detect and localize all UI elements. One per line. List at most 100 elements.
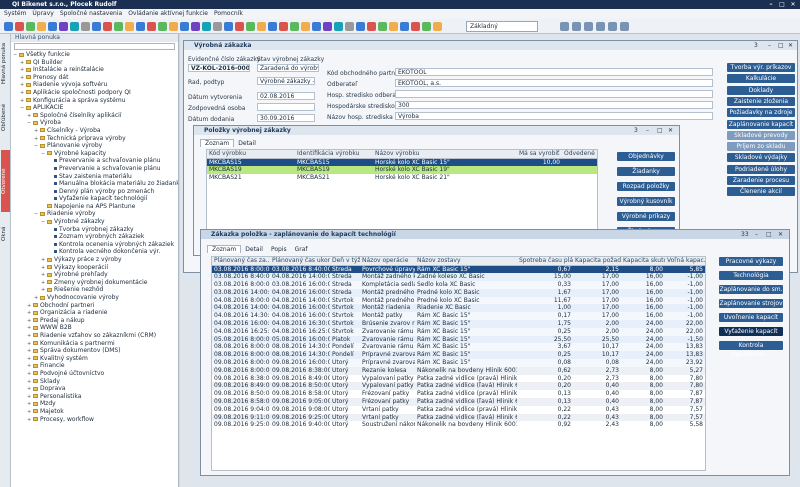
toolbar-icon[interactable] xyxy=(125,22,134,31)
nav-tree-item[interactable]: Prevervanie a schvaľovanie plánu xyxy=(11,157,178,165)
field-value[interactable]: 02.08.2016 xyxy=(257,92,315,100)
table-row[interactable]: 09.08.2016 8:00:00 09.08.2016 16:00:00 Uto… xyxy=(212,359,705,367)
nav-tree-item[interactable]: Denný plán výroby po zmenách xyxy=(11,188,178,196)
tab[interactable]: Detail xyxy=(241,246,267,254)
toolbar-icon[interactable] xyxy=(367,22,376,31)
column-header[interactable]: Názov operácie xyxy=(360,257,415,266)
toolbar-icon[interactable] xyxy=(301,22,310,31)
table-row[interactable]: 08.08.2016 8:00:00 08.08.2016 14:30:00 Pon… xyxy=(212,343,705,352)
toolbar-icon[interactable] xyxy=(114,22,123,31)
table-row[interactable]: 03.08.2016 8:40:00 04.08.2016 14:00:00 Str… xyxy=(212,273,705,282)
toolbar-icon[interactable] xyxy=(400,22,409,31)
toolbar-icon[interactable] xyxy=(378,22,387,31)
side-button[interactable]: Zaistenie zloženia xyxy=(727,96,795,106)
nav-tree-item[interactable]: Tvorba výrobnej zákazky xyxy=(11,226,178,234)
side-button[interactable]: Tvorba výr. príkazov xyxy=(727,63,795,72)
table-row[interactable]: 04.08.2016 14:00:0004.08.2016 16:00:00Št… xyxy=(212,304,705,313)
nav-tree-item[interactable]: + QI Builder xyxy=(11,59,178,67)
toolbar-icon[interactable] xyxy=(620,22,629,31)
nav-tree-item[interactable]: + Výrobné prehľady xyxy=(11,271,178,279)
capacity-action-button[interactable]: Pracovné výkazy xyxy=(719,257,783,266)
table-row[interactable]: 04.08.2016 16:00:0004.08.2016 16:30:00Št… xyxy=(212,320,705,328)
nav-tree-item[interactable]: + Číselníky - Výroba xyxy=(11,127,178,135)
nav-tree-item[interactable]: − APLIKÁCIE xyxy=(11,104,178,112)
left-tab-0[interactable]: Hlavná ponuka xyxy=(1,38,10,88)
table-row[interactable]: 04.08.2016 14:30:0004.08.2016 16:00:00Št… xyxy=(212,312,705,321)
column-header[interactable]: Deň v týždni xyxy=(330,257,360,266)
order-number-field[interactable]: VZ-KOL-2016-000004 xyxy=(188,64,250,72)
items-action-button[interactable]: Objednávky xyxy=(617,152,675,161)
column-header[interactable]: Kapacita skutočná xyxy=(621,257,665,266)
table-row[interactable]: 09.08.2016 9:11:00 09.08.2016 9:25:00 Utor… xyxy=(212,413,705,422)
table-row[interactable]: 05.08.2016 8:00:00 05.08.2016 16:00:00 Pia… xyxy=(212,335,705,344)
nav-tree-item[interactable]: Kontrola vecného dokončenia výr. xyxy=(11,248,178,256)
nav-tree-item[interactable]: Stav zaistenia materiálu xyxy=(11,173,178,181)
menu-item[interactable]: Pomocník xyxy=(214,10,243,17)
left-tab-3[interactable]: Okná xyxy=(1,214,10,254)
capacity-action-button[interactable]: Vyťaženie kapacít xyxy=(719,327,783,336)
nav-tree-item[interactable]: + Majetok xyxy=(11,408,178,416)
toolbar-icon[interactable] xyxy=(389,22,398,31)
minimize-icon[interactable]: – xyxy=(755,230,758,239)
close-icon[interactable]: ✕ xyxy=(788,0,798,9)
table-row[interactable]: MKCBAS19 MKCBAS19 Horské kolo XC Basic 19" xyxy=(207,166,597,175)
maximize-icon[interactable]: □ xyxy=(777,0,787,9)
nav-tree-item[interactable]: − Výroba xyxy=(11,119,178,127)
column-header[interactable]: Identifikácia výrobku xyxy=(295,150,373,159)
nav-tree-item[interactable]: + Riadenie vzťahov so zákazníkmi (CRM) xyxy=(11,332,178,340)
toolbar-icon[interactable] xyxy=(180,22,189,31)
capacity-action-button[interactable]: Technológia xyxy=(719,271,783,280)
column-header[interactable]: Voľná kapac... xyxy=(665,257,705,266)
menu-item[interactable]: Úpravy xyxy=(32,10,53,17)
nav-tree-item[interactable]: Manuálna blokácia materiálu zo žiadanky xyxy=(11,180,178,188)
nav-tree-item[interactable]: + Výkazy práce z výroby xyxy=(11,256,178,264)
left-tab-2[interactable]: Otvorené xyxy=(1,150,10,212)
toolbar-icon[interactable] xyxy=(279,22,288,31)
table-row[interactable]: 04.08.2016 16:25:0004.08.2016 16:25:00Št… xyxy=(212,327,705,336)
nav-tree-item[interactable]: + Technická príprava výroby xyxy=(11,135,178,143)
minimize-icon[interactable]: – xyxy=(646,126,649,135)
toolbar-icon[interactable] xyxy=(191,22,200,31)
toolbar-icon[interactable] xyxy=(169,22,178,31)
side-button[interactable]: Zaradenie procesu xyxy=(727,176,795,185)
nav-tree-item[interactable]: + Obchodní partneri xyxy=(11,302,178,310)
capacity-action-button[interactable]: Zaplánovanie do sm. xyxy=(719,285,783,294)
toolbar-icon[interactable] xyxy=(312,22,321,31)
table-row[interactable]: MKCBAS21 MKCBAS21 Horské kolo XC Basic 21" xyxy=(207,174,597,182)
toolbar-icon[interactable] xyxy=(202,22,211,31)
items-action-button[interactable]: Výrobné príkazy xyxy=(617,212,675,221)
field-value[interactable]: EKOTOOL, a.s. xyxy=(395,79,713,87)
items-action-button[interactable]: Výrobný kusovník xyxy=(617,197,675,206)
nav-tree-item[interactable]: + Podvojné účtovníctvo xyxy=(11,370,178,378)
side-button[interactable]: Kalkulácie xyxy=(727,74,795,84)
toolbar-icon[interactable] xyxy=(290,22,299,31)
side-button[interactable]: Skladové výdajky xyxy=(727,153,795,163)
field-value[interactable]: EKOTOOL xyxy=(395,68,713,76)
column-header[interactable]: Kód výrobku xyxy=(207,150,295,159)
column-header[interactable]: Odvedené ... xyxy=(562,150,597,159)
nav-tree-item[interactable]: − Výrobné zákazky xyxy=(11,218,178,226)
field-value[interactable]: 30.09.2016 xyxy=(257,114,315,122)
nav-tree-item[interactable]: Prevervanie a schvaľovanie plánu xyxy=(11,165,178,173)
toolbar-icon[interactable] xyxy=(246,22,255,31)
toolbar-icon[interactable] xyxy=(422,22,431,31)
nav-tree-item[interactable]: + Financie xyxy=(11,362,178,370)
nav-tree-item[interactable]: + Komunikácia s partnermi xyxy=(11,340,178,348)
table-row[interactable]: 09.08.2016 9:04:00 09.08.2016 9:08:00 Utor… xyxy=(212,405,705,414)
toolbar-icon[interactable] xyxy=(608,22,617,31)
minimize-icon[interactable]: – xyxy=(768,41,771,50)
table-row[interactable]: 09.08.2016 8:49:00 09.08.2016 8:50:00 Utor… xyxy=(212,382,705,391)
side-button[interactable]: Skladové prevody xyxy=(727,130,795,140)
nav-tree-item[interactable]: + Organizácia a riadenie xyxy=(11,309,178,317)
toolbar-icon[interactable] xyxy=(48,22,57,31)
tab[interactable]: Zoznam xyxy=(207,245,242,253)
maximize-icon[interactable]: □ xyxy=(778,41,784,50)
toolbar-icon[interactable] xyxy=(345,22,354,31)
column-header[interactable]: Názov zostavy xyxy=(415,257,517,266)
maximize-icon[interactable]: □ xyxy=(657,126,663,135)
toolbar-icon[interactable] xyxy=(15,22,24,31)
order-state-field[interactable]: Zaradená do výroby xyxy=(257,64,319,72)
nav-tree-item[interactable]: + Zmeny výrobnej dokumentácie xyxy=(11,279,178,287)
table-row[interactable]: 09.08.2016 9:25:00 09.08.2016 9:40:00 Utor… xyxy=(212,421,705,430)
nav-tree-item[interactable]: + Výkazy kooperácií xyxy=(11,264,178,272)
